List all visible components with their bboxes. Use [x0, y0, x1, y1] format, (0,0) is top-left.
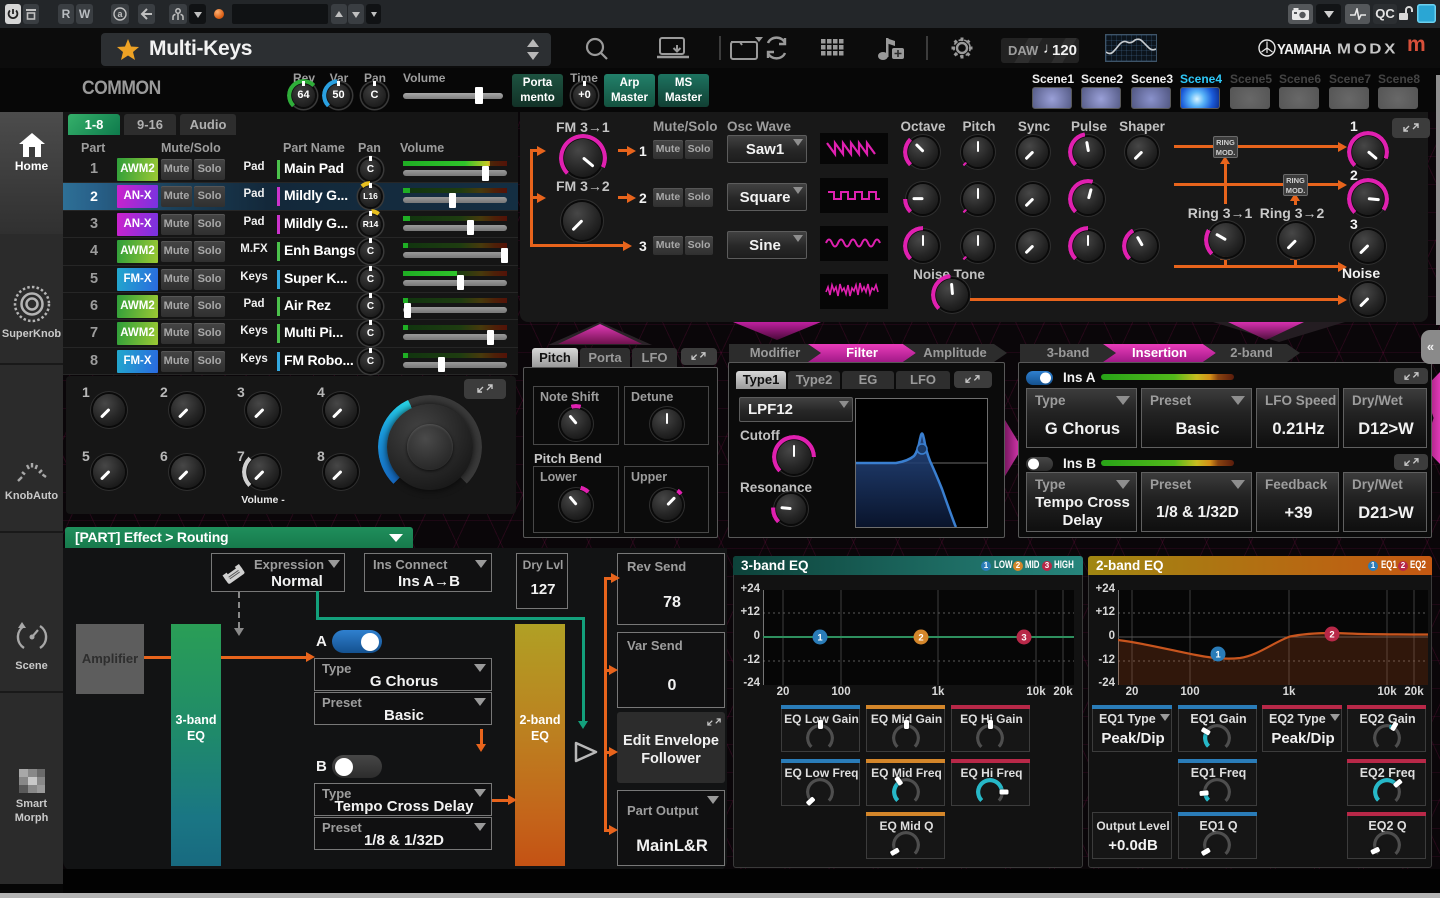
- svg-text:a: a: [117, 9, 123, 19]
- svg-text:1: 1: [1215, 650, 1221, 661]
- svg-text:2: 2: [918, 633, 923, 644]
- svg-text:1: 1: [817, 633, 823, 644]
- svg-text:3: 3: [1021, 633, 1026, 644]
- svg-text:2: 2: [1329, 630, 1334, 641]
